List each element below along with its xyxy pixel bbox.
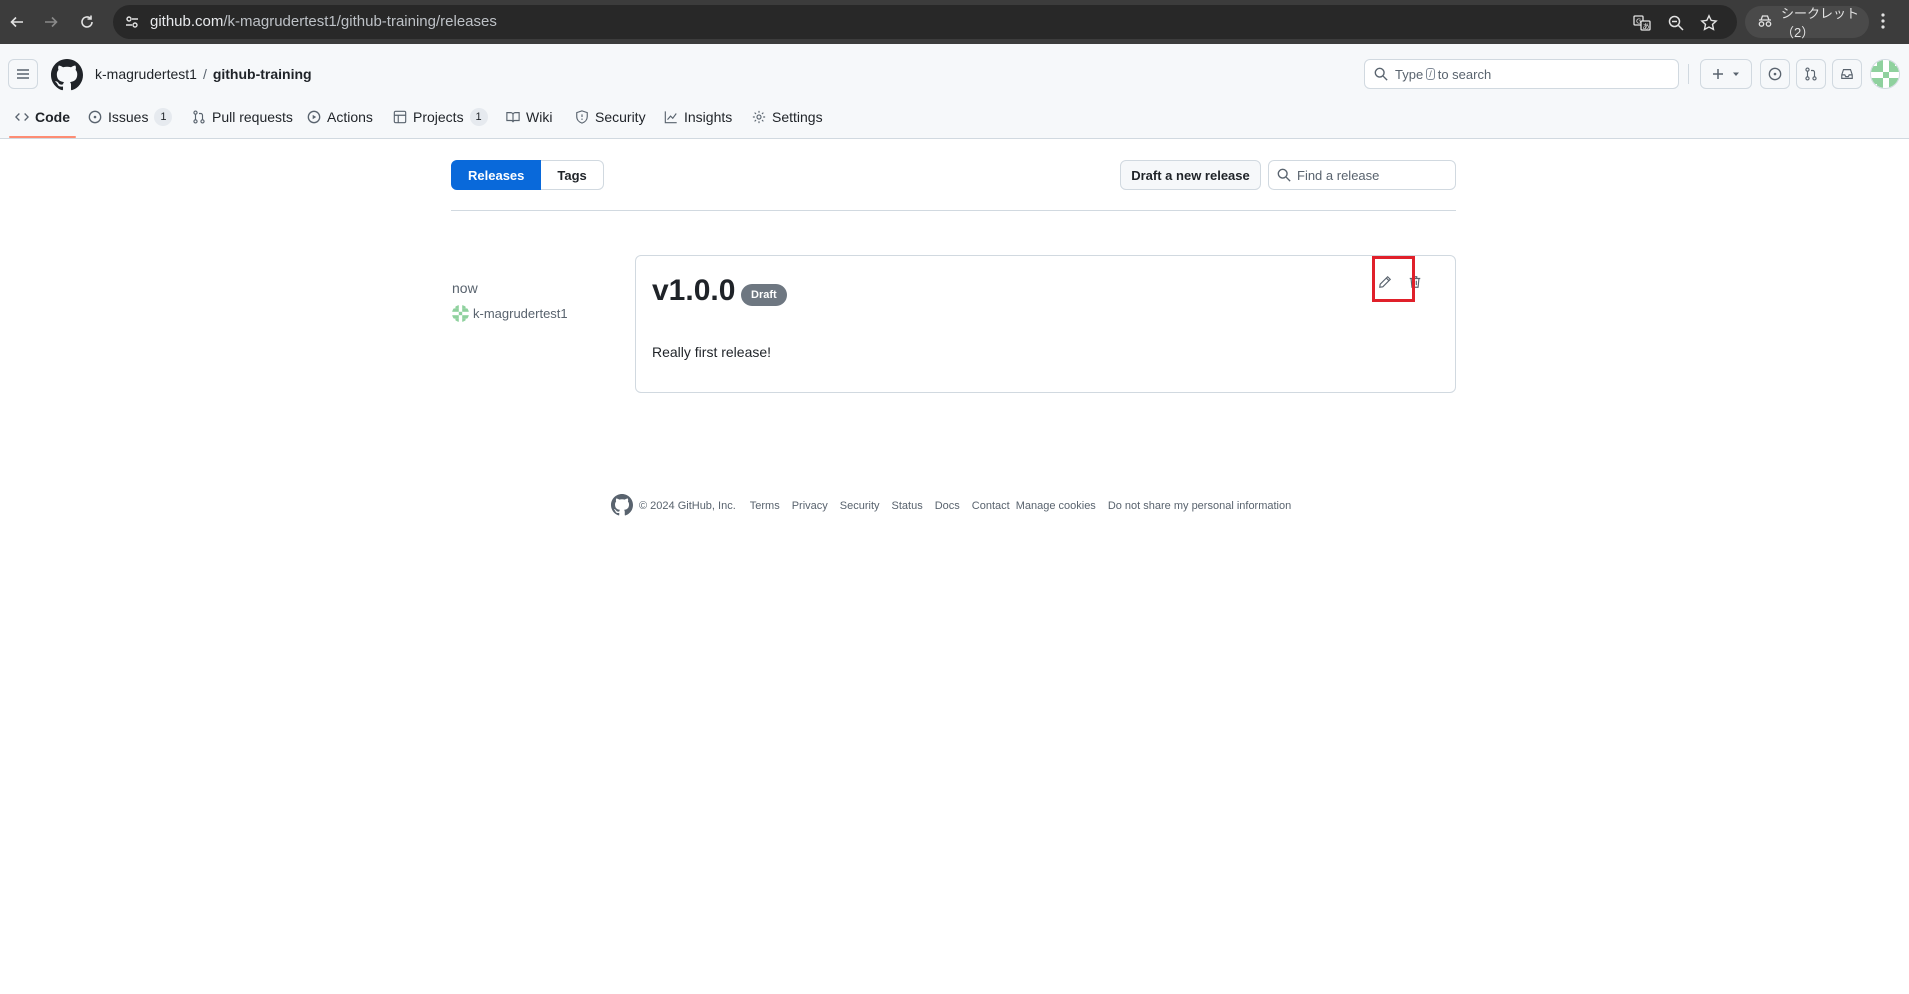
svg-text:あ: あ bbox=[1643, 23, 1650, 31]
tab-label: Security bbox=[595, 109, 646, 125]
edit-button-highlight bbox=[1372, 256, 1415, 302]
code-icon bbox=[15, 113, 29, 121]
release-card: v1.0.0 Draft Really first release! bbox=[635, 255, 1456, 393]
incognito-icon bbox=[1757, 14, 1773, 31]
release-time[interactable]: now bbox=[452, 280, 478, 296]
play-icon bbox=[307, 110, 321, 124]
github-logo-icon[interactable] bbox=[51, 59, 83, 96]
issue-opened-icon bbox=[1768, 67, 1782, 81]
chevron-down-icon bbox=[1733, 72, 1739, 76]
draft-badge: Draft bbox=[741, 284, 787, 306]
tab-actions[interactable]: Actions bbox=[307, 96, 373, 138]
tab-insights[interactable]: Insights bbox=[664, 96, 732, 138]
footer-link-security[interactable]: Security bbox=[840, 500, 880, 512]
browser-toolbar: github.com/k-magrudertest1/github-traini… bbox=[0, 0, 1909, 44]
author-link[interactable]: k-magrudertest1 bbox=[473, 306, 568, 321]
tab-projects[interactable]: Projects 1 bbox=[393, 96, 488, 138]
release-title[interactable]: v1.0.0 bbox=[652, 274, 735, 308]
search-icon bbox=[1277, 168, 1291, 187]
site-footer: © 2024 GitHub, Inc. Terms Privacy Securi… bbox=[611, 493, 1303, 519]
inbox-icon bbox=[1841, 69, 1853, 79]
tab-security[interactable]: Security bbox=[575, 96, 646, 138]
footer-copyright: © 2024 GitHub, Inc. bbox=[639, 500, 736, 512]
url-domain: github.com bbox=[150, 13, 224, 30]
pull-request-icon bbox=[193, 110, 205, 124]
breadcrumb-separator: / bbox=[202, 66, 207, 82]
translate-icon[interactable]: Gあ bbox=[1633, 14, 1651, 32]
projects-count-badge: 1 bbox=[469, 108, 488, 126]
hamburger-icon bbox=[17, 69, 29, 79]
search-icon bbox=[1374, 67, 1388, 84]
tab-label: Pull requests bbox=[212, 109, 293, 125]
tab-label: Projects bbox=[413, 109, 464, 125]
gear-icon bbox=[752, 110, 766, 124]
url-text: github.com/k-magrudertest1/github-traini… bbox=[150, 13, 497, 30]
issues-button[interactable] bbox=[1760, 59, 1790, 89]
breadcrumb: k-magrudertest1 / github-training bbox=[95, 66, 312, 82]
create-new-button[interactable] bbox=[1700, 59, 1752, 89]
user-avatar[interactable] bbox=[1870, 59, 1900, 89]
incognito-indicator[interactable]: シークレット（2） bbox=[1745, 6, 1869, 40]
footer-link-docs[interactable]: Docs bbox=[935, 500, 960, 512]
tab-label: Insights bbox=[684, 109, 733, 125]
reload-icon[interactable] bbox=[76, 11, 98, 33]
search-shortcut-key: / bbox=[1426, 68, 1435, 80]
tab-label: Code bbox=[35, 109, 70, 125]
pull-request-icon bbox=[1805, 67, 1817, 81]
search-hint-suffix: to search bbox=[1437, 66, 1492, 82]
inbox-button[interactable] bbox=[1832, 59, 1862, 89]
site-settings-icon[interactable] bbox=[124, 14, 140, 35]
footer-github-logo-icon[interactable] bbox=[611, 493, 633, 519]
pull-requests-button[interactable] bbox=[1796, 59, 1826, 89]
divider bbox=[451, 210, 1456, 211]
repo-tabs: Code Issues 1 Pull requests Actions Proj… bbox=[0, 96, 1909, 138]
draft-new-release-button[interactable]: Draft a new release bbox=[1120, 160, 1261, 190]
release-author: k-magrudertest1 bbox=[452, 305, 568, 322]
issue-icon bbox=[88, 110, 102, 124]
table-icon bbox=[393, 110, 407, 124]
tab-label: Actions bbox=[327, 109, 373, 125]
tab-label: Issues bbox=[108, 109, 149, 125]
footer-link-manage-cookies[interactable]: Manage cookies bbox=[1016, 500, 1096, 512]
browser-menu-icon[interactable] bbox=[1880, 11, 1886, 36]
footer-link-terms[interactable]: Terms bbox=[750, 500, 780, 512]
forward-icon[interactable] bbox=[40, 11, 62, 33]
tab-code[interactable]: Code bbox=[9, 96, 76, 138]
book-icon bbox=[506, 112, 520, 123]
shield-icon bbox=[576, 110, 588, 124]
repo-link[interactable]: github-training bbox=[213, 66, 312, 82]
plus-icon bbox=[1713, 69, 1723, 79]
find-release-input[interactable] bbox=[1297, 161, 1447, 189]
releases-tab[interactable]: Releases bbox=[451, 160, 542, 190]
tab-label: Wiki bbox=[526, 109, 553, 125]
incognito-label: シークレット（2） bbox=[1781, 6, 1860, 40]
address-bar[interactable]: github.com/k-magrudertest1/github-traini… bbox=[113, 5, 1737, 39]
url-path: /k-magrudertest1/github-training/release… bbox=[223, 13, 497, 30]
graph-icon bbox=[664, 111, 677, 124]
release-body: Really first release! bbox=[652, 344, 772, 360]
tab-label: Settings bbox=[772, 109, 823, 125]
tags-tab[interactable]: Tags bbox=[541, 160, 604, 190]
search-hint-prefix: Type bbox=[1395, 66, 1424, 82]
repo-header: k-magrudertest1/github-training Type / to … bbox=[0, 44, 1909, 139]
find-release-field bbox=[1268, 160, 1456, 190]
tab-settings[interactable]: Settings bbox=[752, 96, 823, 138]
owner-link[interactable]: k-magrudertest1 bbox=[95, 66, 197, 82]
footer-link-privacy[interactable]: Privacy bbox=[792, 500, 828, 512]
releases-subnav: Releases Tags bbox=[451, 160, 604, 190]
global-nav-menu-button[interactable] bbox=[8, 59, 38, 89]
back-icon[interactable] bbox=[6, 11, 28, 33]
footer-link-do-not-share[interactable]: Do not share my personal information bbox=[1108, 500, 1291, 512]
header-divider bbox=[1688, 64, 1689, 84]
issues-count-badge: 1 bbox=[154, 108, 173, 126]
footer-link-status[interactable]: Status bbox=[892, 500, 923, 512]
bookmark-star-icon[interactable] bbox=[1700, 14, 1718, 32]
zoom-icon[interactable] bbox=[1667, 14, 1685, 32]
tab-issues[interactable]: Issues 1 bbox=[88, 96, 173, 138]
tab-wiki[interactable]: Wiki bbox=[506, 96, 552, 138]
author-avatar[interactable] bbox=[452, 305, 469, 322]
footer-link-contact[interactable]: Contact bbox=[972, 500, 1010, 512]
global-search-input[interactable]: Type / to search bbox=[1364, 59, 1679, 89]
tab-pull-requests[interactable]: Pull requests bbox=[192, 96, 293, 138]
